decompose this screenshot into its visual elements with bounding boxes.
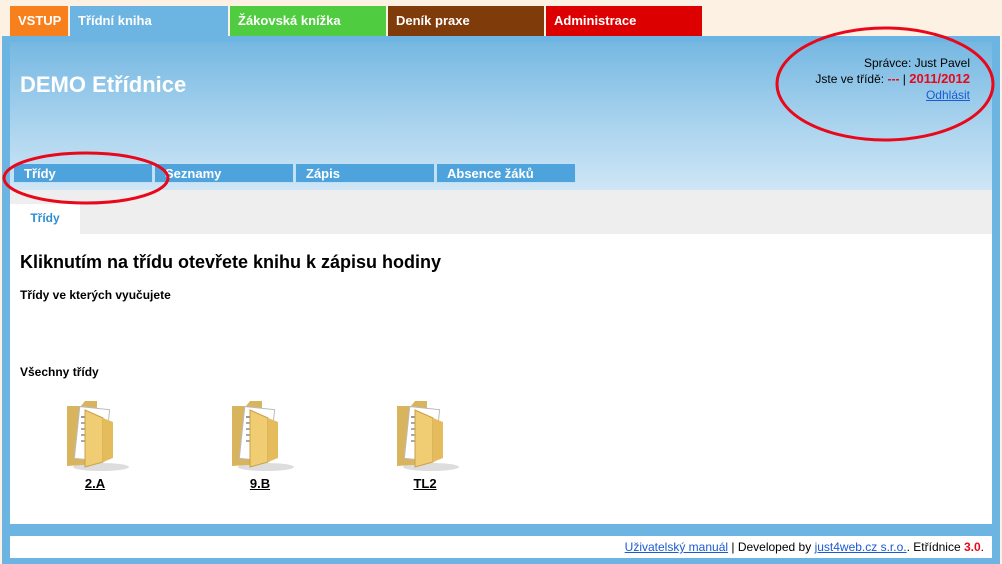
section-teaching-classes: Třídy ve kterých vyučujete (20, 288, 171, 302)
content-area: Třídy Kliknutím na třídu otevřete knihu … (10, 190, 992, 524)
folder-icon (232, 401, 294, 471)
developed-by-text: | Developed by (728, 540, 815, 554)
inner-tab-strip: Třídy (10, 190, 992, 234)
folder-icon (397, 401, 459, 471)
app-title: DEMO Etřídnice (20, 72, 187, 97)
top-tab-zakovska-knizka[interactable]: Žákovská knížka (230, 6, 386, 36)
class-folder-tl2[interactable]: TL2 (380, 398, 470, 491)
folder-icon (67, 401, 129, 471)
manual-link[interactable]: Uživatelský manuál (625, 540, 728, 554)
class-folder-9b[interactable]: 9.B (215, 398, 305, 491)
section-all-classes: Všechny třídy (20, 365, 99, 379)
class-folder-2a[interactable]: 2.A (50, 398, 140, 491)
top-navigation: VSTUP Třídní kniha Žákovská knížka Deník… (10, 6, 702, 36)
class-name[interactable]: 2.A (50, 476, 140, 491)
sub-navigation: Třídy Seznamy Zápis Absence žáků (13, 163, 576, 183)
subnav-seznamy[interactable]: Seznamy (154, 163, 294, 183)
page-heading: Kliknutím na třídu otevřete knihu k zápi… (20, 252, 442, 272)
app-name-text: . Etřídnice (906, 540, 964, 554)
subnav-zapis[interactable]: Zápis (295, 163, 435, 183)
app-version: 3.0 (963, 540, 981, 554)
version-suffix: . (980, 540, 984, 554)
class-name[interactable]: 9.B (215, 476, 305, 491)
admin-name: Správce: Just Pavel (863, 56, 970, 70)
developer-link[interactable]: just4web.cz s.r.o. (815, 540, 907, 554)
top-tab-denik-praxe[interactable]: Deník praxe (388, 6, 544, 36)
tab-tridy[interactable]: Třídy (10, 204, 80, 234)
class-name[interactable]: TL2 (380, 476, 470, 491)
class-value: --- (887, 72, 900, 86)
top-tab-administrace[interactable]: Administrace (546, 6, 702, 36)
logout-link[interactable]: Odhlásit (926, 88, 970, 102)
page-footer: Uživatelský manuál | Developed by just4w… (10, 536, 992, 558)
class-label: Jste ve třídě: (815, 72, 885, 86)
top-tab-tridni-kniha[interactable]: Třídní kniha (70, 6, 228, 36)
user-info: Správce: Just Pavel Jste ve třídě: --- |… (815, 55, 970, 103)
subnav-absence[interactable]: Absence žáků (436, 163, 576, 183)
subnav-tridy[interactable]: Třídy (13, 163, 153, 183)
current-class-line: Jste ve třídě: --- | 2011/2012 (815, 71, 970, 87)
separator: | (902, 72, 906, 86)
page-header: DEMO Etřídnice Správce: Just Pavel Jste … (10, 42, 992, 190)
school-year: 2011/2012 (909, 71, 970, 86)
top-tab-vstup[interactable]: VSTUP (10, 6, 68, 36)
main-frame: DEMO Etřídnice Správce: Just Pavel Jste … (2, 36, 1000, 564)
